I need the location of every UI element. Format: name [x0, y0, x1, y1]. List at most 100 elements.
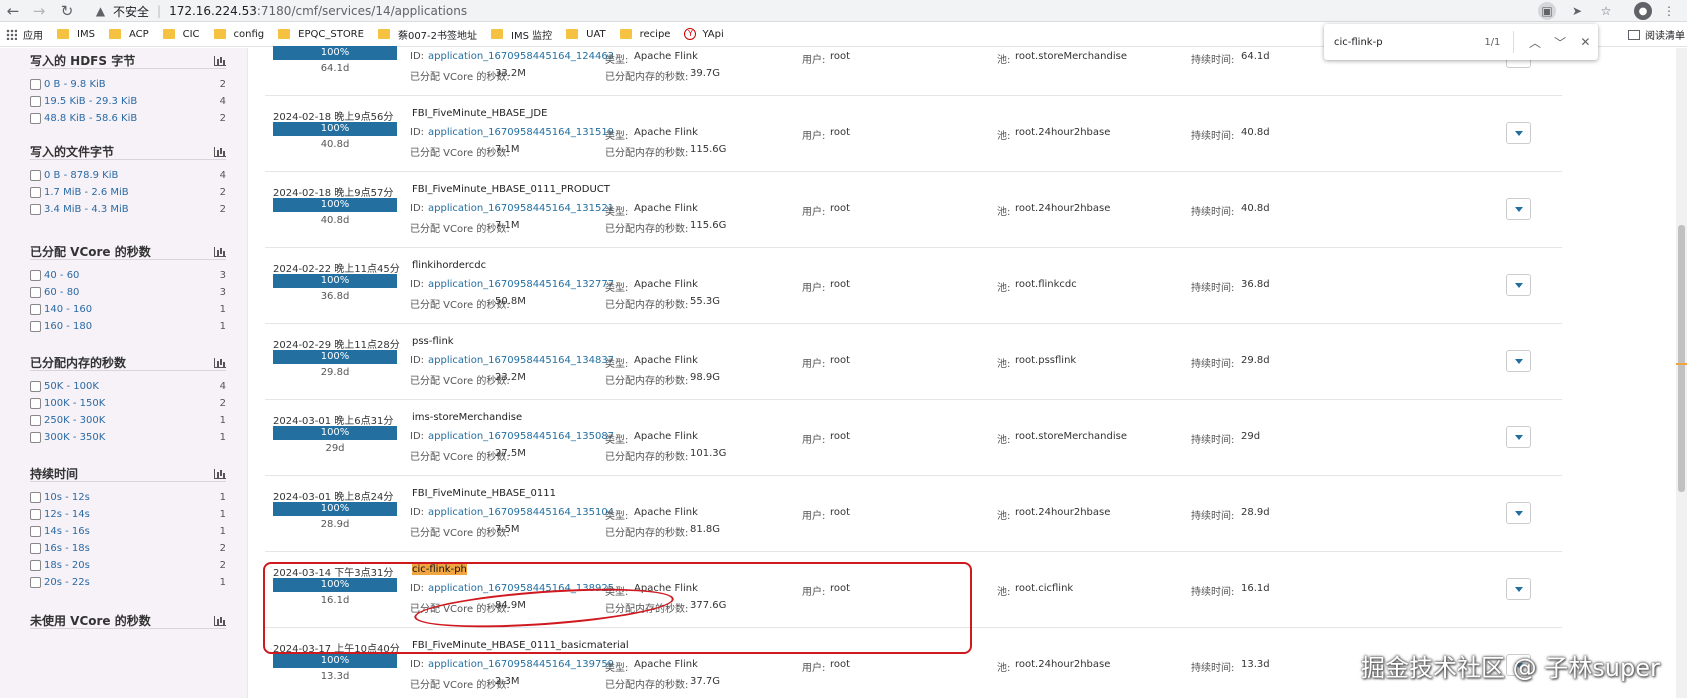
- bookmark-item[interactable]: ACP: [103, 23, 157, 45]
- app-name[interactable]: flinkihordercdc: [412, 260, 486, 271]
- facet-item-label[interactable]: 100K - 150K: [44, 398, 214, 409]
- app-id-link[interactable]: application_1670958445164_139759: [428, 659, 614, 670]
- row-actions-dropdown-caret-icon[interactable]: [1506, 122, 1531, 144]
- row-actions-dropdown-caret-icon[interactable]: [1506, 350, 1531, 372]
- facet-checkbox[interactable]: [30, 170, 41, 181]
- facet-item-label[interactable]: 48.8 KiB - 58.6 KiB: [44, 113, 214, 124]
- facet-checkbox[interactable]: [30, 509, 41, 520]
- facet-item-label[interactable]: 1.7 MiB - 2.6 MiB: [44, 187, 214, 198]
- facet-item[interactable]: 18s - 20s 2: [30, 557, 226, 574]
- facet-item[interactable]: 40 - 60 3: [30, 267, 226, 284]
- app-id-link[interactable]: application_1670958445164_138925: [428, 583, 614, 594]
- facet-item[interactable]: 140 - 160 1: [30, 301, 226, 318]
- app-id-link[interactable]: application_1670958445164_124463: [428, 51, 614, 62]
- facet-checkbox[interactable]: [30, 398, 41, 409]
- facet-item[interactable]: 3.4 MiB - 4.3 MiB 2: [30, 201, 226, 218]
- facet-item-label[interactable]: 0 B - 9.8 KiB: [44, 79, 214, 90]
- facet-item[interactable]: 0 B - 9.8 KiB 2: [30, 76, 226, 93]
- app-id-link[interactable]: application_1670958445164_135104: [428, 507, 614, 518]
- facet-item-label[interactable]: 250K - 300K: [44, 415, 214, 426]
- page-scrollbar[interactable]: [1676, 48, 1687, 698]
- facet-item[interactable]: 300K - 350K 1: [30, 429, 226, 446]
- facet-item[interactable]: 60 - 80 3: [30, 284, 226, 301]
- facet-checkbox[interactable]: [30, 526, 41, 537]
- facet-item[interactable]: 48.8 KiB - 58.6 KiB 2: [30, 110, 226, 127]
- facet-item-label[interactable]: 60 - 80: [44, 287, 214, 298]
- facet-checkbox[interactable]: [30, 321, 41, 332]
- facet-item-label[interactable]: 300K - 350K: [44, 432, 214, 443]
- app-id-link[interactable]: application_1670958445164_132777: [428, 279, 614, 290]
- facet-item[interactable]: 160 - 180 1: [30, 318, 226, 335]
- facet-item[interactable]: 100K - 150K 2: [30, 395, 226, 412]
- facet-item-label[interactable]: 40 - 60: [44, 270, 214, 281]
- find-close-icon[interactable]: ✕: [1573, 35, 1598, 49]
- facet-item[interactable]: 19.5 KiB - 29.3 KiB 4: [30, 93, 226, 110]
- facet-item[interactable]: 16s - 18s 2: [30, 540, 226, 557]
- facet-item-label[interactable]: 10s - 12s: [44, 492, 214, 503]
- facet-item[interactable]: 14s - 16s 1: [30, 523, 226, 540]
- facet-item-label[interactable]: 19.5 KiB - 29.3 KiB: [44, 96, 214, 107]
- facet-item-label[interactable]: 14s - 16s: [44, 526, 214, 537]
- app-id-link[interactable]: application_1670958445164_131521: [428, 203, 614, 214]
- bookmark-item[interactable]: IMS: [51, 23, 103, 45]
- facet-checkbox[interactable]: [30, 415, 41, 426]
- facet-item[interactable]: 12s - 14s 1: [30, 506, 226, 523]
- facet-item-label[interactable]: 18s - 20s: [44, 560, 214, 571]
- facet-checkbox[interactable]: [30, 543, 41, 554]
- find-prev-chevron-up-icon[interactable]: ︿: [1522, 34, 1547, 51]
- app-id-link[interactable]: application_1670958445164_134837: [428, 355, 614, 366]
- app-name[interactable]: pss-flink: [412, 336, 454, 347]
- facet-item-label[interactable]: 3.4 MiB - 4.3 MiB: [44, 204, 214, 215]
- address-bar[interactable]: ▲ 不安全 | 172.16.224.53:7180/cmf/services/…: [88, 1, 1523, 21]
- facet-checkbox[interactable]: [30, 560, 41, 571]
- facet-item-label[interactable]: 140 - 160: [44, 304, 214, 315]
- app-name[interactable]: FBI_FiveMinute_HBASE_0111: [412, 488, 556, 499]
- row-actions-dropdown-caret-icon[interactable]: [1506, 274, 1531, 296]
- facet-checkbox[interactable]: [30, 381, 41, 392]
- facet-item[interactable]: 50K - 100K 4: [30, 378, 226, 395]
- facet-checkbox[interactable]: [30, 492, 41, 503]
- facet-item[interactable]: 250K - 300K 1: [30, 412, 226, 429]
- facet-item[interactable]: 20s - 22s 1: [30, 574, 226, 591]
- app-name[interactable]: FBI_FiveMinute_HBASE_JDE: [412, 108, 547, 119]
- bar-chart-icon[interactable]: [214, 147, 226, 157]
- facet-item-label[interactable]: 16s - 18s: [44, 543, 214, 554]
- facet-checkbox[interactable]: [30, 79, 41, 90]
- bookmark-item[interactable]: config: [208, 23, 273, 45]
- row-actions-dropdown-caret-icon[interactable]: [1506, 578, 1531, 600]
- back-arrow-icon[interactable]: ←: [4, 2, 22, 20]
- bar-chart-icon[interactable]: [214, 358, 226, 368]
- facet-item-label[interactable]: 50K - 100K: [44, 381, 214, 392]
- facet-checkbox[interactable]: [30, 577, 41, 588]
- bookmark-item[interactable]: 应用: [0, 23, 51, 45]
- find-input[interactable]: cic-flink-p: [1334, 37, 1450, 48]
- translate-icon[interactable]: ▣: [1538, 2, 1556, 20]
- facet-checkbox[interactable]: [30, 187, 41, 198]
- facet-item-label[interactable]: 20s - 22s: [44, 577, 214, 588]
- menu-kebab-icon[interactable]: ⋮: [1660, 2, 1678, 20]
- bar-chart-icon[interactable]: [214, 56, 226, 66]
- app-name[interactable]: FBI_FiveMinute_HBASE_0111_PRODUCT: [412, 184, 610, 195]
- find-next-chevron-down-icon[interactable]: ﹀: [1548, 34, 1573, 51]
- profile-avatar-icon[interactable]: ●: [1634, 2, 1652, 20]
- facet-checkbox[interactable]: [30, 287, 41, 298]
- facet-item-label[interactable]: 0 B - 878.9 KiB: [44, 170, 214, 181]
- facet-item[interactable]: 1.7 MiB - 2.6 MiB 2: [30, 184, 226, 201]
- facet-checkbox[interactable]: [30, 96, 41, 107]
- scrollbar-thumb[interactable]: [1678, 225, 1685, 492]
- facet-item-label[interactable]: 160 - 180: [44, 321, 214, 332]
- reading-list-button[interactable]: 阅读清单: [1628, 22, 1685, 47]
- facet-checkbox[interactable]: [30, 204, 41, 215]
- row-actions-dropdown-caret-icon[interactable]: [1506, 502, 1531, 524]
- app-id-link[interactable]: application_1670958445164_131519: [428, 127, 614, 138]
- bookmark-item[interactable]: CIC: [157, 23, 208, 45]
- bar-chart-icon[interactable]: [214, 469, 226, 479]
- facet-item-label[interactable]: 12s - 14s: [44, 509, 214, 520]
- facet-item[interactable]: 10s - 12s 1: [30, 489, 226, 506]
- app-id-link[interactable]: application_1670958445164_135087: [428, 431, 614, 442]
- facet-checkbox[interactable]: [30, 432, 41, 443]
- facet-checkbox[interactable]: [30, 304, 41, 315]
- forward-arrow-icon[interactable]: →: [30, 2, 48, 20]
- bar-chart-icon[interactable]: [214, 247, 226, 257]
- facet-checkbox[interactable]: [30, 270, 41, 281]
